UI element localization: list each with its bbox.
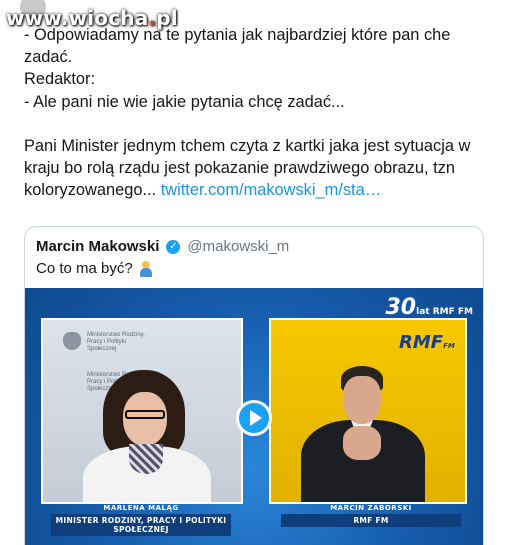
eagle-emblem-icon xyxy=(63,332,81,350)
rmf-logo: RMFFM xyxy=(399,332,455,353)
watermark-logo: www.wiocha.pl xyxy=(6,6,178,30)
glasses-icon xyxy=(125,410,165,419)
caption-role: RMF FM xyxy=(281,514,461,527)
right-video-panel: RMFFM xyxy=(269,318,467,504)
ministry-sign: Ministerstwo Rodziny, Pracy i Polityki S… xyxy=(87,332,145,352)
minister-figure xyxy=(123,392,167,446)
caption-left: MARLENA MALĄG MINISTER RODZINY, PRACY I … xyxy=(51,502,231,536)
tweet-line: Redaktor: xyxy=(24,70,96,89)
caption-name: MARLENA MALĄG xyxy=(103,504,179,512)
tweet-paragraph: Pani Minister jednym tchem czyta z kartk… xyxy=(24,137,475,200)
play-icon[interactable] xyxy=(236,400,272,436)
caption-right: MARCIN ZABORSKI RMF FM xyxy=(281,502,461,532)
tweet-body: - Odpowiadamy na te pytania jak najbardz… xyxy=(24,24,494,202)
quoted-tweet[interactable]: Marcin Makowski ✓ @makowski_m Co to ma b… xyxy=(24,226,484,545)
left-video-panel: Ministerstwo Rodziny, Pracy i Polityki S… xyxy=(41,318,243,504)
quoted-tweet-text: Co to ma być? xyxy=(36,260,153,277)
rmf-anniversary-logo: 30lat RMF FM xyxy=(385,295,474,320)
video-player[interactable]: 30lat RMF FM Ministerstwo Rodziny, Pracy… xyxy=(25,288,483,545)
quoted-tweet-header: Marcin Makowski ✓ @makowski_m xyxy=(36,238,289,255)
quoted-author-name[interactable]: Marcin Makowski xyxy=(36,238,159,255)
tweet-link[interactable]: twitter.com/makowski_m/sta… xyxy=(161,181,381,199)
caption-role: MINISTER RODZINY, PRACY I POLITYKI SPOŁE… xyxy=(51,514,231,536)
quoted-author-handle[interactable]: @makowski_m xyxy=(187,238,289,255)
journalist-figure xyxy=(343,376,381,424)
verified-badge-icon: ✓ xyxy=(166,239,181,254)
caption-name: MARCIN ZABORSKI xyxy=(330,504,412,512)
person-shrugging-icon xyxy=(139,260,153,277)
tweet-line: - Odpowiadamy na te pytania jak najbardz… xyxy=(24,26,455,67)
tweet-line: - Ale pani nie wie jakie pytania chcę za… xyxy=(24,92,345,111)
quoted-text: Co to ma być? xyxy=(36,260,133,277)
